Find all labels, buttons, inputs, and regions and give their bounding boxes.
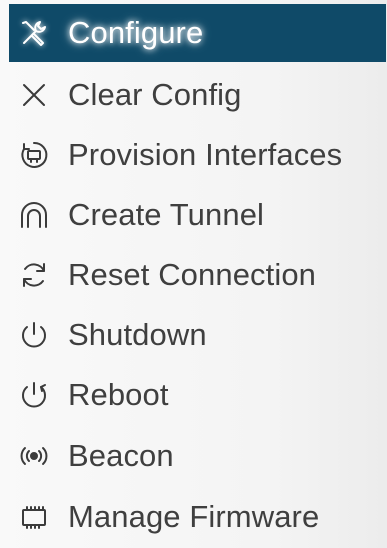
tunnel-icon [16, 197, 52, 233]
menu-item-configure[interactable]: Configure [9, 4, 386, 62]
menu-item-label: Clear Config [68, 77, 242, 112]
refresh-icon [16, 257, 52, 293]
beacon-icon [16, 438, 52, 474]
menu-item-label: Reset Connection [68, 257, 317, 292]
menu-item-shutdown[interactable]: Shutdown [9, 305, 386, 365]
menu-item-label: Shutdown [68, 317, 207, 352]
menu-item-label: Beacon [68, 438, 174, 473]
menu-item-label: Reboot [68, 377, 169, 412]
menu-item-manage-firmware[interactable]: Manage Firmware [9, 487, 386, 547]
context-menu: Configure Clear Config Provision Interfa… [0, 0, 387, 548]
provision-icon [16, 137, 52, 173]
tools-icon [16, 15, 52, 51]
menu-item-reset-connection[interactable]: Reset Connection [9, 245, 386, 305]
menu-item-reboot[interactable]: Reboot [9, 365, 386, 425]
close-icon [16, 77, 52, 113]
chip-icon [16, 499, 52, 535]
menu-item-create-tunnel[interactable]: Create Tunnel [9, 185, 386, 245]
menu-item-provision-interfaces[interactable]: Provision Interfaces [9, 125, 386, 185]
menu-item-label: Manage Firmware [68, 499, 320, 534]
menu-item-label: Create Tunnel [68, 197, 265, 232]
menu-item-clear-config[interactable]: Clear Config [9, 65, 386, 125]
reboot-icon [16, 377, 52, 413]
menu-item-label: Provision Interfaces [68, 137, 343, 172]
power-icon [16, 317, 52, 353]
menu-item-beacon[interactable]: Beacon [9, 426, 386, 486]
menu-item-label: Configure [68, 15, 204, 50]
